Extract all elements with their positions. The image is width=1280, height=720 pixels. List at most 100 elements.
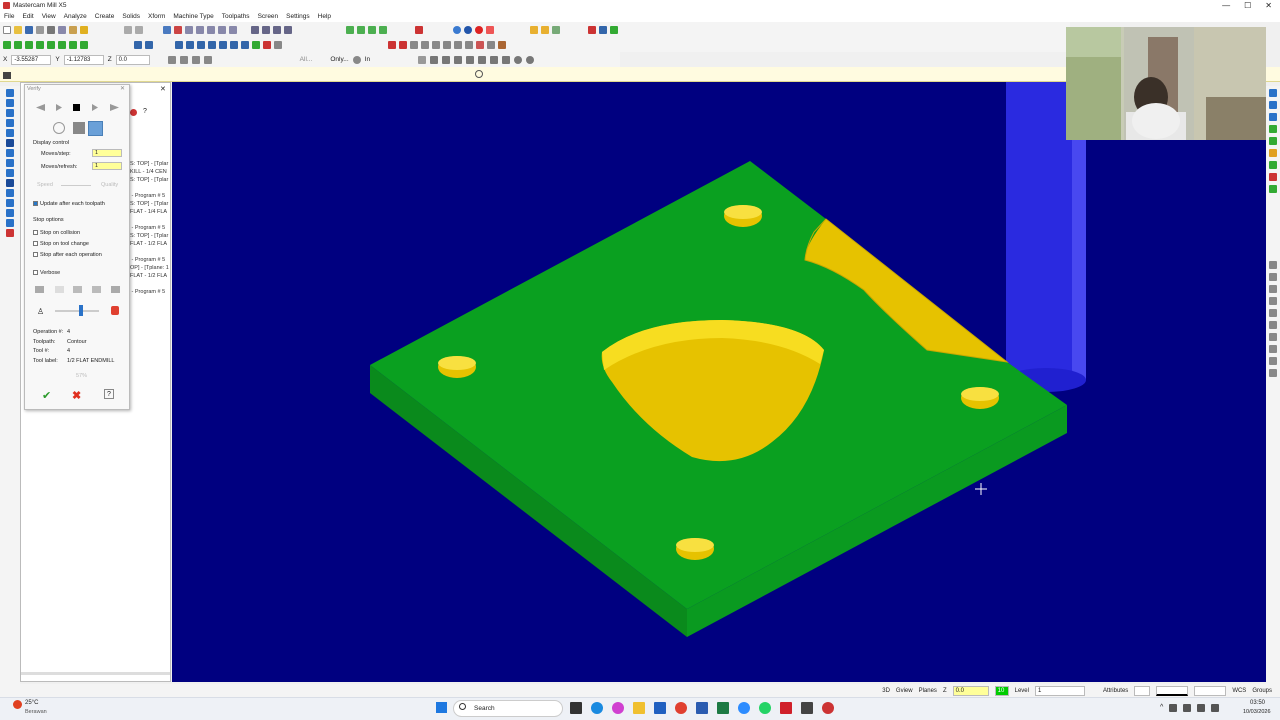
rotate-icon[interactable] [186, 40, 194, 49]
chain-icon[interactable] [443, 40, 451, 49]
z-coordinate-field[interactable]: 0.0 [115, 54, 150, 65]
check-icon[interactable] [465, 40, 473, 49]
chrome-icon[interactable] [675, 702, 687, 714]
sketch-icon[interactable] [6, 199, 14, 207]
view-icon[interactable] [1269, 113, 1277, 121]
arc-icon[interactable] [25, 40, 33, 49]
machine-icon[interactable] [35, 286, 44, 293]
menu-help[interactable]: Help [318, 13, 331, 20]
y-coordinate-field[interactable]: -1.12783 [63, 54, 104, 65]
menu-screen[interactable]: Screen [258, 13, 279, 20]
select-box-icon[interactable] [430, 55, 439, 64]
close-button[interactable]: ✕ [1265, 0, 1272, 11]
sketch-icon[interactable] [6, 109, 14, 117]
rectangle-icon[interactable] [47, 40, 55, 49]
update-checkbox[interactable]: Update after each toolpath [33, 201, 105, 207]
color-swatch[interactable]: 10 [994, 685, 1009, 696]
wcs-button[interactable]: WCS [1232, 688, 1246, 694]
select-pointer-icon[interactable] [418, 55, 427, 64]
link-icon[interactable] [432, 40, 440, 49]
globe-icon[interactable] [453, 25, 461, 34]
select-poly-icon[interactable] [442, 55, 451, 64]
flag-icon[interactable] [588, 25, 596, 34]
zoom-target-icon[interactable] [229, 25, 237, 34]
task-view-icon[interactable] [570, 702, 582, 714]
new-file-icon[interactable] [3, 25, 11, 34]
point-icon[interactable] [3, 40, 11, 49]
print-icon[interactable] [36, 25, 44, 34]
stop-each-op-checkbox[interactable]: Stop after each operation [33, 252, 102, 258]
view-icon[interactable] [1269, 321, 1277, 329]
clock-time[interactable]: 03:50 [1250, 700, 1265, 706]
analyze-icon[interactable] [487, 40, 495, 49]
mode-3d[interactable]: 3D [882, 688, 890, 694]
mask-icon[interactable] [476, 40, 484, 49]
rewind-icon[interactable] [36, 104, 45, 111]
sketch-icon[interactable] [6, 189, 14, 197]
export-icon[interactable] [111, 286, 120, 293]
close-panel-icon[interactable]: ✕ [160, 85, 166, 93]
paste-icon[interactable] [69, 25, 77, 34]
tool-display-icon[interactable] [53, 122, 65, 134]
verify-close-icon[interactable]: ✕ [120, 85, 125, 92]
pencil-icon[interactable] [530, 25, 538, 34]
menu-toolpaths[interactable]: Toolpaths [222, 13, 250, 20]
zoom-window-icon[interactable] [163, 25, 171, 34]
speed-slider-thumb[interactable] [79, 305, 83, 316]
section-icon[interactable] [92, 286, 101, 293]
redo-icon[interactable] [135, 25, 143, 34]
view-icon[interactable] [1269, 89, 1277, 97]
roll-icon[interactable] [252, 40, 260, 49]
array-icon[interactable] [230, 40, 238, 49]
stop-op-icon[interactable] [130, 109, 137, 116]
weather-icon[interactable] [13, 700, 22, 709]
excel-icon[interactable] [717, 702, 729, 714]
mastercam-icon[interactable] [822, 702, 834, 714]
view-icon[interactable] [1269, 357, 1277, 365]
minimize-button[interactable]: — [1222, 0, 1230, 11]
stop-icon[interactable] [73, 104, 80, 111]
step-back-icon[interactable] [56, 104, 62, 111]
sketch-icon[interactable] [6, 179, 14, 187]
grid-icon[interactable] [388, 40, 396, 49]
grid-snap-icon[interactable] [191, 55, 200, 64]
delete-icon[interactable] [134, 40, 142, 49]
verify-icon[interactable] [610, 25, 618, 34]
play-icon[interactable] [92, 104, 98, 111]
menu-xform[interactable]: Xform [148, 13, 165, 20]
view-icon[interactable] [1269, 309, 1277, 317]
clock-date[interactable]: 10/03/2026 [1243, 709, 1271, 715]
brush-icon[interactable] [552, 25, 560, 34]
record-icon[interactable] [475, 25, 483, 34]
line-style-dropdown[interactable] [1194, 685, 1227, 696]
cut-icon[interactable] [47, 25, 55, 34]
sphere-icon[interactable] [464, 25, 472, 34]
view-icon[interactable] [1269, 137, 1277, 145]
spline-icon[interactable] [58, 40, 66, 49]
arrange-icon[interactable] [274, 40, 282, 49]
graphics-viewport[interactable] [172, 82, 1266, 682]
view-top-icon[interactable] [251, 25, 259, 34]
planes-button[interactable]: Planes [919, 688, 937, 694]
sketch-icon[interactable] [6, 169, 14, 177]
ok-check-icon[interactable]: ✔ [42, 389, 51, 402]
fast-forward-icon[interactable] [110, 104, 119, 111]
fit-icon[interactable] [185, 25, 193, 34]
tray-chevron-icon[interactable]: ^ [1160, 704, 1163, 712]
stock-display-icon[interactable] [88, 121, 103, 136]
cancel-x-icon[interactable]: ✖ [72, 389, 81, 402]
trim-icon[interactable] [69, 40, 77, 49]
select-all-icon[interactable] [502, 55, 511, 64]
sketch-icon[interactable] [6, 89, 14, 97]
moves-step-input[interactable]: 1 [92, 149, 122, 157]
tray-icon[interactable] [1211, 704, 1220, 712]
mirror-icon[interactable] [197, 40, 205, 49]
table-icon[interactable] [399, 40, 407, 49]
line-width-dropdown[interactable] [1156, 685, 1189, 696]
menu-machine-type[interactable]: Machine Type [173, 13, 213, 20]
attributes-button[interactable]: Attributes [1103, 688, 1128, 694]
wifi-icon[interactable] [1183, 704, 1192, 712]
view-icon[interactable] [1269, 285, 1277, 293]
fast-icon[interactable] [111, 306, 119, 315]
store-icon[interactable] [654, 702, 666, 714]
